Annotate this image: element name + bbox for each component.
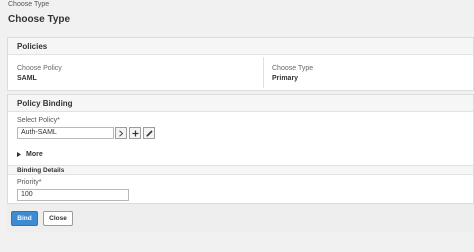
column-divider (263, 57, 264, 88)
plus-icon (132, 130, 138, 136)
edit-policy-button[interactable] (143, 127, 155, 139)
select-policy-label: Select Policy* (17, 117, 60, 124)
binding-details-header: Binding Details (8, 165, 473, 175)
policies-header: Policies (8, 38, 473, 55)
choose-policy-value: SAML (17, 75, 37, 82)
chevron-right-icon (119, 129, 124, 137)
pencil-icon (145, 129, 153, 137)
choose-type-value: Primary (272, 75, 299, 82)
choose-policy-field: Choose Policy SAML (17, 64, 62, 82)
select-policy-arrow-button[interactable] (115, 127, 127, 139)
close-button[interactable]: Close (43, 211, 73, 226)
choose-type-field: Choose Type Primary (272, 64, 313, 82)
page-title: Choose Type (8, 14, 71, 25)
choose-type-label: Choose Type (272, 65, 314, 72)
add-policy-button[interactable] (129, 127, 141, 139)
more-toggle[interactable]: More (17, 151, 43, 158)
action-bar (7, 204, 474, 232)
policies-panel: Policies Choose Policy SAML Choose Type … (7, 37, 474, 91)
more-label: More (26, 151, 43, 158)
breadcrumb: Choose Type (8, 1, 50, 8)
select-policy-input[interactable]: Auth-SAML (17, 127, 114, 139)
caret-right-icon (17, 152, 21, 157)
bind-button[interactable]: Bind (11, 211, 38, 226)
policy-binding-panel: Policy Binding Select Policy* Auth-SAML … (7, 94, 474, 204)
priority-input[interactable]: 100 (17, 189, 129, 201)
policy-binding-header: Policy Binding (8, 95, 473, 112)
choose-policy-label: Choose Policy (17, 65, 62, 72)
priority-label: Priority* (17, 179, 42, 186)
